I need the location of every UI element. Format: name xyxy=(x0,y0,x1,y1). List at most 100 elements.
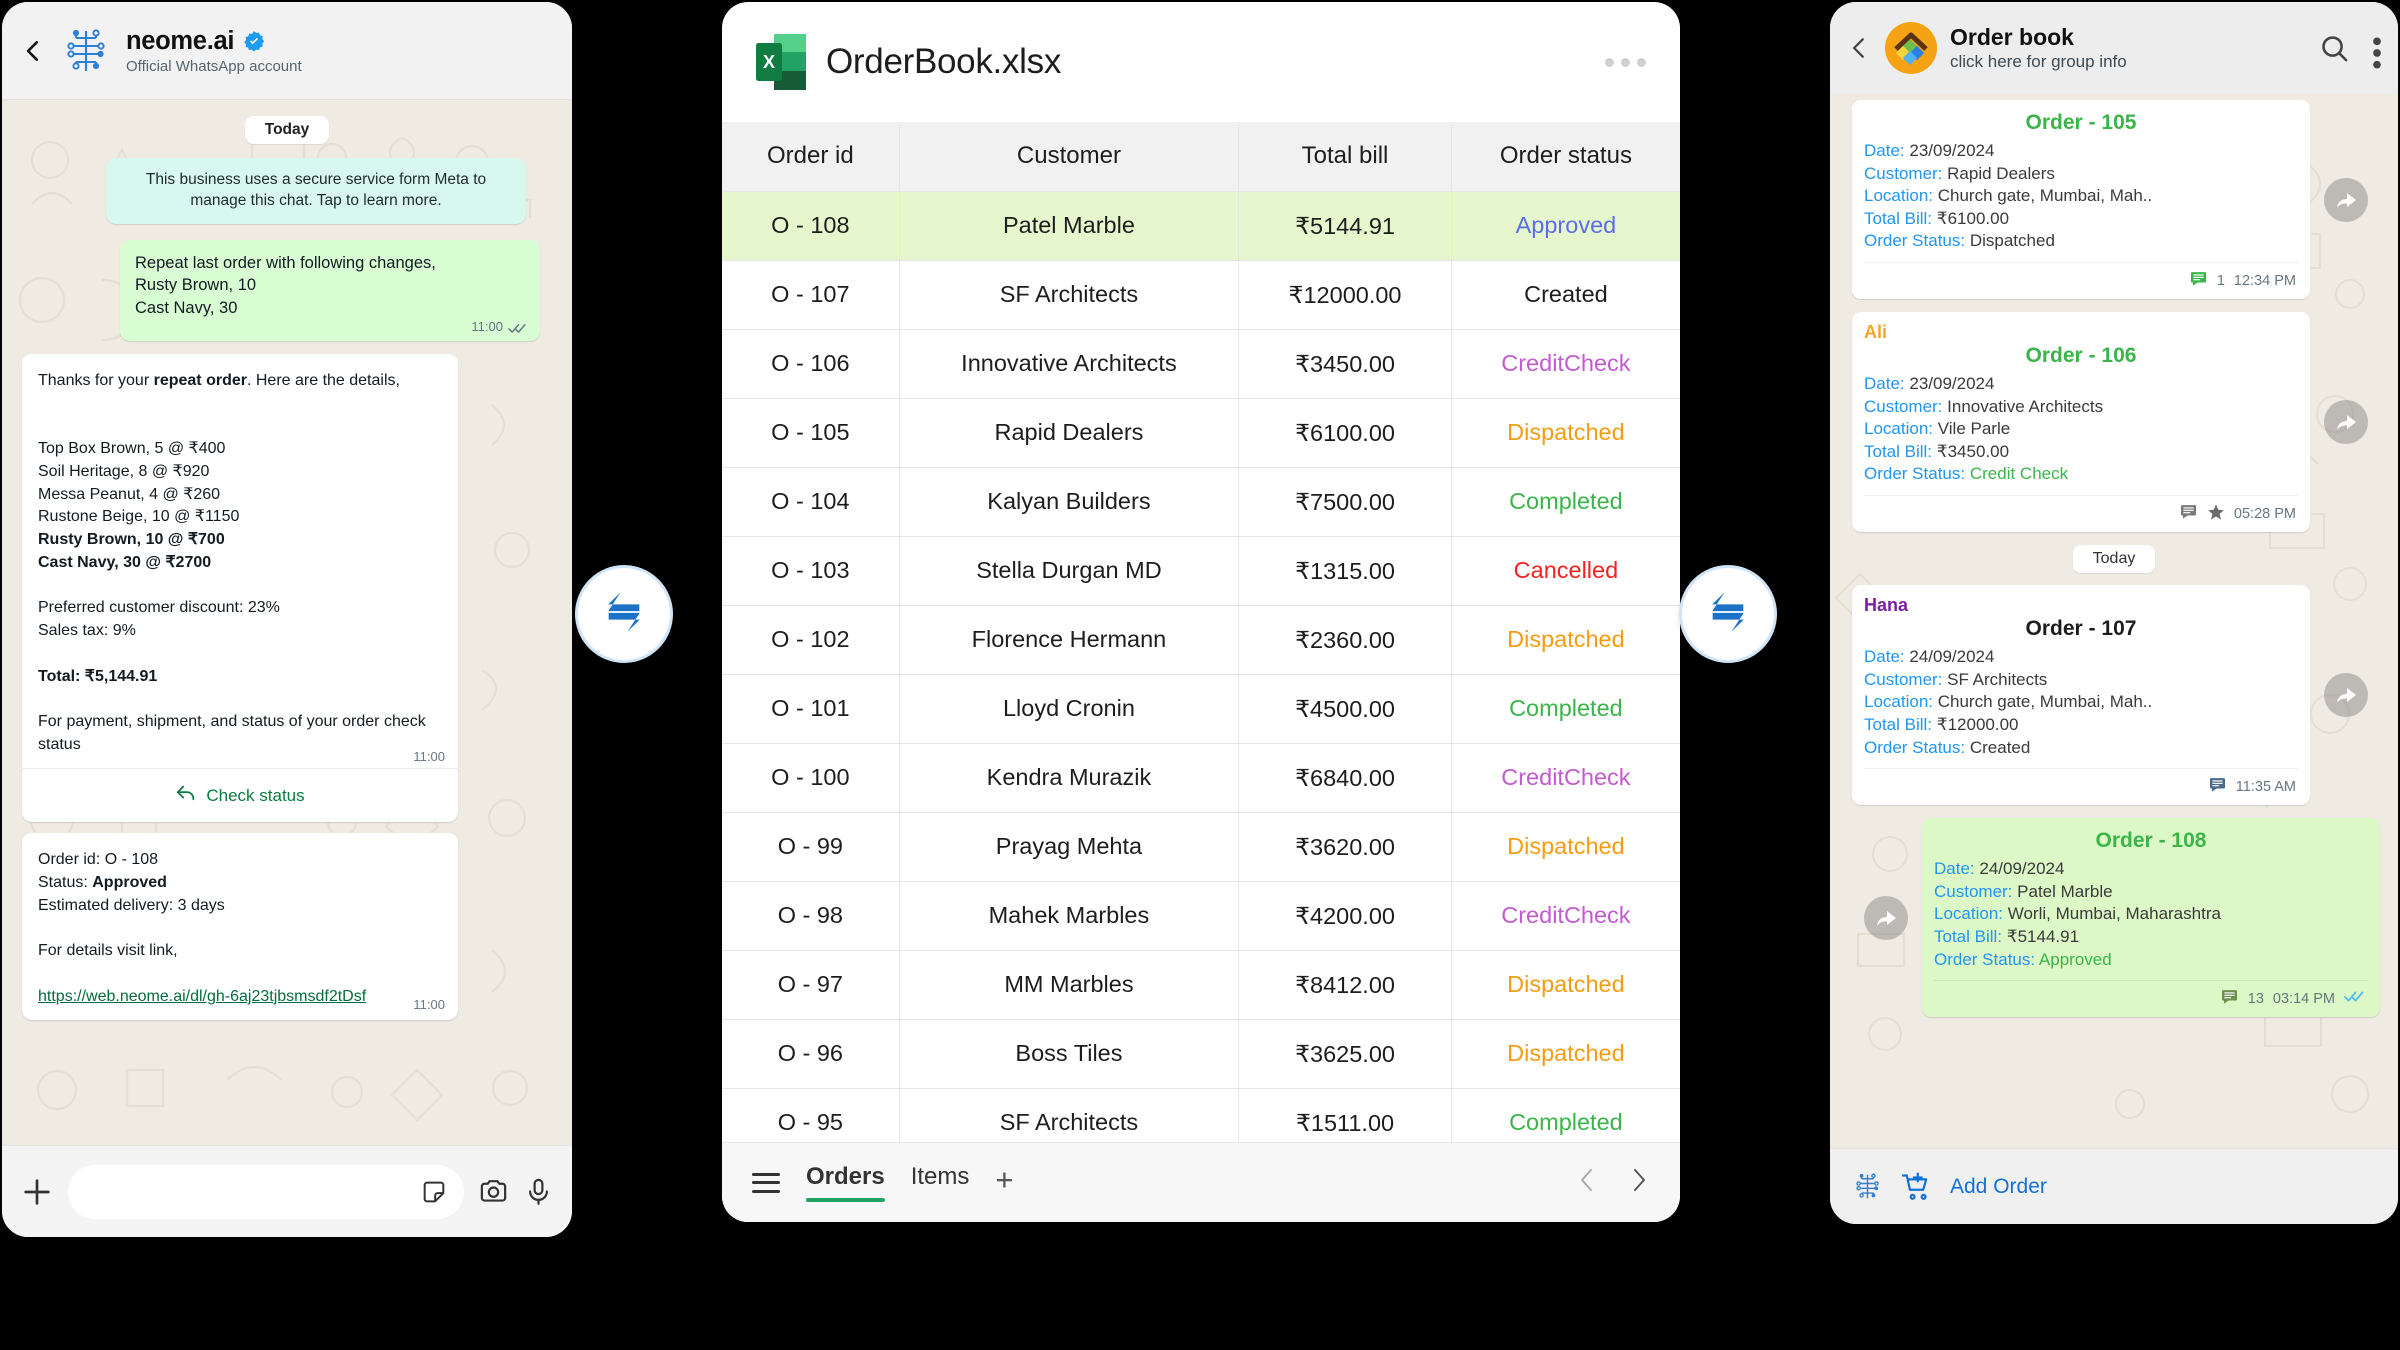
comment-icon[interactable] xyxy=(2220,987,2239,1010)
cell-order-status[interactable]: Cancelled xyxy=(1450,535,1680,606)
table-row[interactable]: O - 104 Kalyan Builders ₹7500.00 Completed xyxy=(722,466,1680,537)
chevron-right-icon[interactable] xyxy=(1628,1165,1650,1200)
forward-button[interactable] xyxy=(1864,895,1908,940)
order-message-card[interactable]: Hana Order - 107 Date: 24/09/2024 Customer:… xyxy=(1852,585,2368,806)
cell-customer[interactable]: Kalyan Builders xyxy=(898,466,1240,537)
cell-order-id[interactable]: O - 97 xyxy=(722,949,900,1020)
sticker-icon[interactable] xyxy=(420,1178,448,1206)
plus-icon[interactable] xyxy=(20,1175,54,1209)
cell-order-id[interactable]: O - 98 xyxy=(722,880,900,951)
table-row[interactable]: O - 107 SF Architects ₹12000.00 Created xyxy=(722,259,1680,330)
cell-order-status[interactable]: CreditCheck xyxy=(1450,742,1680,813)
cell-customer[interactable]: Rapid Dealers xyxy=(898,397,1240,468)
back-chevron-icon[interactable] xyxy=(1846,35,1872,61)
incoming-order-summary-bubble[interactable]: Thanks for your repeat order. Here are t… xyxy=(22,354,458,823)
orderbook-message-list[interactable]: Order - 105 Date: 23/09/2024 Customer: Rap… xyxy=(1830,94,2398,1148)
column-header-order-status[interactable]: Order status xyxy=(1450,122,1680,192)
table-row[interactable]: O - 101 Lloyd Cronin ₹4500.00 Completed xyxy=(722,673,1680,744)
neome-logo-icon[interactable] xyxy=(1852,1171,1883,1202)
table-row[interactable]: O - 96 Boss Tiles ₹3625.00 Dispatched xyxy=(722,1018,1680,1089)
cell-total-bill[interactable]: ₹8412.00 xyxy=(1238,949,1452,1020)
more-options-icon[interactable] xyxy=(1605,57,1646,67)
cell-total-bill[interactable]: ₹6840.00 xyxy=(1238,742,1452,813)
cell-order-status[interactable]: Completed xyxy=(1450,673,1680,744)
cell-order-status[interactable]: Approved xyxy=(1450,190,1680,261)
camera-icon[interactable] xyxy=(478,1176,509,1207)
cell-total-bill[interactable]: ₹4500.00 xyxy=(1238,673,1452,744)
sync-badge-right[interactable] xyxy=(1679,565,1777,663)
column-header-order-id[interactable]: Order id xyxy=(722,122,900,192)
orderbook-titles[interactable]: Order book click here for group info xyxy=(1950,24,2127,72)
table-row[interactable]: O - 98 Mahek Marbles ₹4200.00 CreditCheck xyxy=(722,880,1680,951)
order-details-link[interactable]: https://web.neome.ai/dl/gh-6aj23tjbsmsdf… xyxy=(38,988,366,1005)
cell-order-status[interactable]: Dispatched xyxy=(1450,1018,1680,1089)
order-message-card[interactable]: Order - 105 Date: 23/09/2024 Customer: Rap… xyxy=(1852,100,2368,300)
cell-customer[interactable]: Lloyd Cronin xyxy=(898,673,1240,744)
cell-order-status[interactable]: Dispatched xyxy=(1450,397,1680,468)
cell-total-bill[interactable]: ₹7500.00 xyxy=(1238,466,1452,537)
cell-order-status[interactable]: Dispatched xyxy=(1450,604,1680,675)
back-chevron-icon[interactable] xyxy=(20,38,46,64)
cell-order-id[interactable]: O - 96 xyxy=(722,1018,900,1089)
table-row[interactable]: O - 97 MM Marbles ₹8412.00 Dispatched xyxy=(722,949,1680,1020)
cell-customer[interactable]: Patel Marble xyxy=(898,190,1240,261)
cell-order-id[interactable]: O - 106 xyxy=(722,328,900,399)
cell-order-status[interactable]: Created xyxy=(1450,259,1680,330)
column-header-customer[interactable]: Customer xyxy=(898,122,1240,192)
search-icon[interactable] xyxy=(2319,33,2350,64)
cell-order-id[interactable]: O - 105 xyxy=(722,397,900,468)
table-row[interactable]: O - 103 Stella Durgan MD ₹1315.00 Cancelled xyxy=(722,535,1680,606)
chevron-left-icon[interactable] xyxy=(1576,1165,1598,1200)
cell-order-id[interactable]: O - 101 xyxy=(722,673,900,744)
cell-order-id[interactable]: O - 102 xyxy=(722,604,900,675)
cell-total-bill[interactable]: ₹4200.00 xyxy=(1238,880,1452,951)
cell-total-bill[interactable]: ₹3450.00 xyxy=(1238,328,1452,399)
cell-customer[interactable]: Stella Durgan MD xyxy=(898,535,1240,606)
cell-total-bill[interactable]: ₹2360.00 xyxy=(1238,604,1452,675)
cell-order-id[interactable]: O - 107 xyxy=(722,259,900,330)
forward-button[interactable] xyxy=(2324,400,2368,445)
forward-button[interactable] xyxy=(2324,177,2368,222)
cell-order-status[interactable]: Dispatched xyxy=(1450,949,1680,1020)
table-row[interactable]: O - 106 Innovative Architects ₹3450.00 Cred… xyxy=(722,328,1680,399)
cell-total-bill[interactable]: ₹12000.00 xyxy=(1238,259,1452,330)
column-header-total-bill[interactable]: Total bill xyxy=(1238,122,1452,192)
system-notice-bubble[interactable]: This business uses a secure service form… xyxy=(106,158,526,224)
table-row[interactable]: O - 100 Kendra Murazik ₹6840.00 CreditCheck xyxy=(722,742,1680,813)
cell-order-id[interactable]: O - 100 xyxy=(722,742,900,813)
cell-customer[interactable]: Innovative Architects xyxy=(898,328,1240,399)
whatsapp-message-list[interactable]: Today This business uses a secure servic… xyxy=(2,100,572,1145)
cell-order-status[interactable]: CreditCheck xyxy=(1450,880,1680,951)
cell-customer[interactable]: Kendra Murazik xyxy=(898,742,1240,813)
cell-customer[interactable]: MM Marbles xyxy=(898,949,1240,1020)
overflow-menu-icon[interactable] xyxy=(2372,33,2382,68)
cell-total-bill[interactable]: ₹3620.00 xyxy=(1238,811,1452,882)
cell-order-id[interactable]: O - 104 xyxy=(722,466,900,537)
cell-order-id[interactable]: O - 99 xyxy=(722,811,900,882)
order-message-card[interactable]: Order - 108 Date: 24/09/2024 Customer: Pat… xyxy=(1864,818,2380,1018)
tab-items[interactable]: Items xyxy=(911,1163,970,1202)
table-row[interactable]: O - 108 Patel Marble ₹5144.91 Approved xyxy=(722,190,1680,261)
hamburger-menu-icon[interactable] xyxy=(752,1172,780,1193)
cell-total-bill[interactable]: ₹6100.00 xyxy=(1238,397,1452,468)
cell-total-bill[interactable]: ₹1315.00 xyxy=(1238,535,1452,606)
group-avatar-icon[interactable] xyxy=(1885,22,1937,74)
cell-order-status[interactable]: Dispatched xyxy=(1450,811,1680,882)
microphone-icon[interactable] xyxy=(523,1176,554,1207)
cell-customer[interactable]: Florence Hermann xyxy=(898,604,1240,675)
comment-icon[interactable] xyxy=(2208,775,2227,798)
check-status-button[interactable]: Check status xyxy=(22,769,458,822)
cell-customer[interactable]: Prayag Mehta xyxy=(898,811,1240,882)
cell-customer[interactable]: SF Architects xyxy=(898,259,1240,330)
add-sheet-icon[interactable]: + xyxy=(995,1164,1013,1201)
comment-icon[interactable] xyxy=(2179,502,2198,525)
table-row[interactable]: O - 102 Florence Hermann ₹2360.00 Dispatche… xyxy=(722,604,1680,675)
outgoing-message-bubble[interactable]: Repeat last order with following changes… xyxy=(120,239,540,342)
cell-order-id[interactable]: O - 108 xyxy=(722,190,900,261)
order-message-card[interactable]: Ali Order - 106 Date: 23/09/2024 Customer: … xyxy=(1852,312,2368,533)
table-row[interactable]: O - 99 Prayag Mehta ₹3620.00 Dispatched xyxy=(722,811,1680,882)
comment-icon[interactable] xyxy=(2189,269,2208,292)
table-row[interactable]: O - 105 Rapid Dealers ₹6100.00 Dispatched xyxy=(722,397,1680,468)
tab-orders[interactable]: Orders xyxy=(806,1163,885,1202)
cell-customer[interactable]: Mahek Marbles xyxy=(898,880,1240,951)
